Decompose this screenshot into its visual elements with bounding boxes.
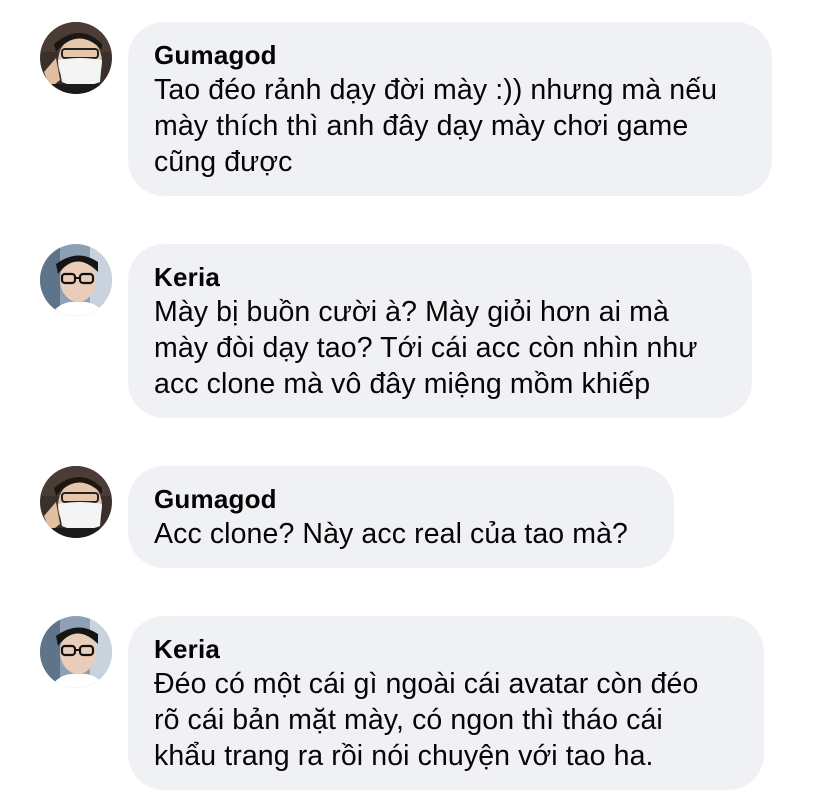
comment-text-line: Mày bị buồn cười à? Mày giỏi hơn ai mà [154, 296, 669, 328]
comment-author[interactable]: Gumagod [154, 482, 648, 516]
comment-bubble: Keria Mày bị buồn cười à? Mày giỏi hơn a… [128, 244, 752, 418]
comment-bubble: Gumagod Acc clone? Này acc real của tao … [128, 466, 674, 568]
comment-bubble: Keria Đéo có một cái gì ngoài cái avatar… [128, 616, 764, 790]
comment-text-line: Acc clone? Này acc real của tao mà? [154, 518, 628, 550]
comment-author[interactable]: Gumagod [154, 38, 746, 72]
comment-author[interactable]: Keria [154, 632, 738, 666]
comment-text-line: cũng được [154, 146, 293, 178]
user-avatar-glasses-icon [40, 244, 112, 316]
avatar[interactable] [40, 244, 112, 316]
comment-text-line: mày thích thì anh đây dạy mày chơi game [154, 110, 689, 142]
comment-text-line: khẩu trang ra rồi nói chuyện với tao ha. [154, 740, 654, 772]
comment-author[interactable]: Keria [154, 260, 726, 294]
avatar[interactable] [40, 22, 112, 94]
user-avatar-masked-icon [40, 22, 112, 94]
comment-text-line: acc clone mà vô đây miệng mồm khiếp [154, 368, 651, 400]
comment-bubble: Gumagod Tao đéo rảnh dạy đời mày :)) như… [128, 22, 772, 196]
avatar[interactable] [40, 616, 112, 688]
user-avatar-masked-icon [40, 466, 112, 538]
avatar[interactable] [40, 466, 112, 538]
user-avatar-glasses-icon [40, 616, 112, 688]
comment-text-line: mày đòi dạy tao? Tới cái acc còn nhìn nh… [154, 332, 698, 364]
comment-thread: Gumagod Tao đéo rảnh dạy đời mày :)) như… [0, 0, 828, 810]
comment-text-line: rõ cái bản mặt mày, có ngon thì tháo cái [154, 704, 663, 736]
comment-text-line: Tao đéo rảnh dạy đời mày :)) nhưng mà nế… [154, 74, 718, 106]
comment-text-line: Đéo có một cái gì ngoài cái avatar còn đ… [154, 668, 699, 700]
